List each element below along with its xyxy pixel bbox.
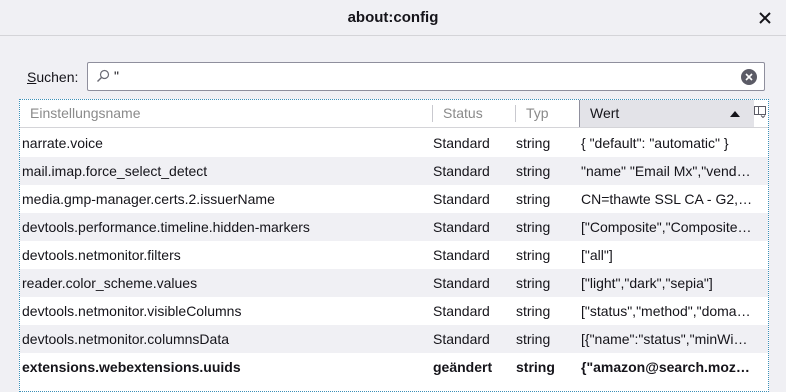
pref-name: devtools.netmonitor.visibleColumns bbox=[22, 303, 242, 319]
pref-name: media.gmp-manager.certs.2.issuerName bbox=[22, 191, 275, 207]
search-label: Suchen: bbox=[27, 69, 79, 85]
preferences-table: Einstellungsname Status Typ Wert narrate… bbox=[19, 99, 769, 392]
pref-type: string bbox=[516, 303, 551, 319]
pref-status: geändert bbox=[433, 359, 493, 375]
table-row[interactable]: devtools.netmonitor.visibleColumns Stand… bbox=[20, 297, 768, 325]
column-header-value-label: Wert bbox=[590, 105, 620, 121]
pref-name: extensions.webextensions.uuids bbox=[22, 359, 241, 375]
pref-status: Standard bbox=[433, 135, 490, 151]
pref-status: Standard bbox=[433, 191, 490, 207]
search-icon bbox=[97, 69, 110, 82]
table-row[interactable]: mail.imap.force_select_detect Standard s… bbox=[20, 157, 768, 185]
pref-value: CN=thawte SSL CA - G2,O=thawte bbox=[581, 191, 753, 207]
table-header: Einstellungsname Status Typ Wert bbox=[20, 100, 768, 128]
pref-name: reader.color_scheme.values bbox=[22, 275, 198, 291]
pref-name: devtools.netmonitor.filters bbox=[22, 247, 181, 263]
column-header-name[interactable]: Einstellungsname bbox=[20, 100, 433, 127]
pref-type: string bbox=[516, 359, 555, 375]
table-body: narrate.voice Standard string { "default… bbox=[20, 129, 768, 381]
table-row[interactable]: devtools.netmonitor.filters Standard str… bbox=[20, 241, 768, 269]
clear-search-button[interactable] bbox=[741, 69, 757, 85]
pref-name: devtools.netmonitor.columnsData bbox=[22, 331, 229, 347]
table-row[interactable]: narrate.voice Standard string { "default… bbox=[20, 129, 768, 157]
pref-value: { "default": "automatic" } bbox=[581, 135, 729, 151]
pref-name: devtools.performance.timeline.hidden-mar… bbox=[22, 219, 310, 235]
pref-type: string bbox=[516, 331, 551, 347]
pref-status: Standard bbox=[433, 163, 490, 179]
pref-status: Standard bbox=[433, 275, 490, 291]
search-input[interactable]: " bbox=[87, 62, 765, 91]
pref-value: [{"name":"status","minWidth" bbox=[581, 331, 753, 347]
table-row[interactable]: devtools.netmonitor.columnsData Standard… bbox=[20, 325, 768, 353]
pref-value: ["all"] bbox=[581, 247, 613, 263]
dialog-title: about:config bbox=[347, 9, 439, 26]
table-row[interactable]: extensions.webextensions.uuids geändert … bbox=[20, 353, 768, 381]
pref-name: narrate.voice bbox=[22, 135, 103, 151]
table-row[interactable]: devtools.performance.timeline.hidden-mar… bbox=[20, 213, 768, 241]
pref-value: ["Composite","CompositeForwardTransactio… bbox=[581, 219, 753, 235]
pref-status: Standard bbox=[433, 219, 490, 235]
sort-ascending-icon bbox=[730, 111, 740, 117]
pref-status: Standard bbox=[433, 247, 490, 263]
pref-value: ["status","method","domain"] bbox=[581, 303, 753, 319]
search-value[interactable]: " bbox=[114, 68, 119, 84]
pref-type: string bbox=[516, 191, 551, 207]
table-row[interactable]: reader.color_scheme.values Standard stri… bbox=[20, 269, 768, 297]
pref-status: Standard bbox=[433, 331, 490, 347]
pref-type: string bbox=[516, 135, 551, 151]
pref-value: "name" "Email Mx","vendor" bbox=[581, 163, 753, 179]
pref-value: {"amazon@search.mozilla.org" bbox=[581, 359, 753, 375]
column-header-type[interactable]: Typ bbox=[516, 100, 579, 127]
dialog-titlebar: about:config bbox=[0, 0, 786, 36]
column-picker-icon[interactable] bbox=[754, 106, 766, 118]
pref-type: string bbox=[516, 275, 551, 291]
pref-status: Standard bbox=[433, 303, 490, 319]
pref-value: ["light","dark","sepia"] bbox=[581, 275, 713, 291]
close-button[interactable] bbox=[754, 8, 776, 28]
pref-type: string bbox=[516, 247, 551, 263]
pref-type: string bbox=[516, 163, 551, 179]
pref-type: string bbox=[516, 219, 551, 235]
column-header-value[interactable]: Wert bbox=[579, 100, 754, 127]
column-header-status[interactable]: Status bbox=[433, 100, 516, 127]
pref-name: mail.imap.force_select_detect bbox=[22, 163, 208, 179]
clear-icon bbox=[745, 73, 753, 81]
close-icon bbox=[759, 12, 771, 24]
table-row[interactable]: media.gmp-manager.certs.2.issuerName Sta… bbox=[20, 185, 768, 213]
